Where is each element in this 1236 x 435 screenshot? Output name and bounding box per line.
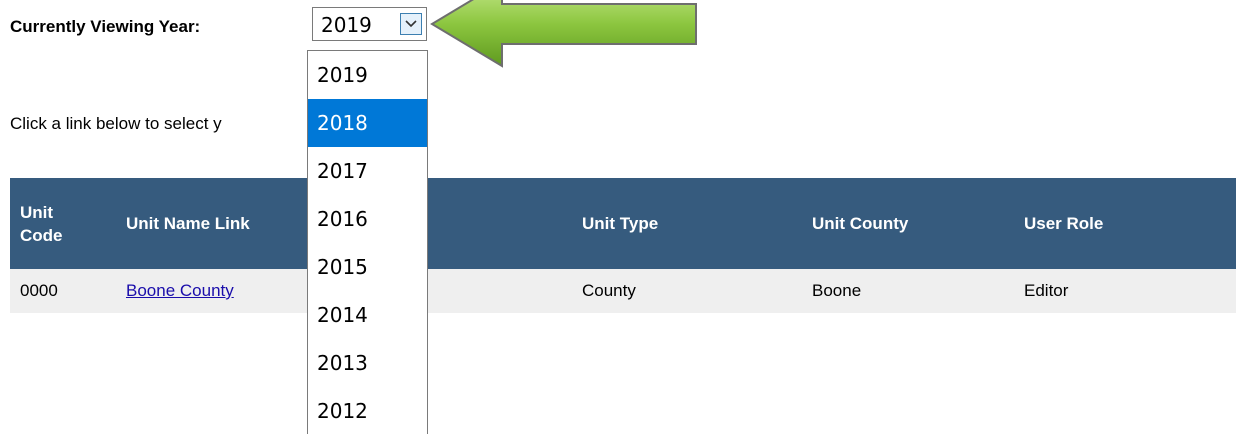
year-option[interactable]: 2013	[308, 339, 427, 387]
header-user-role-label: User Role	[1024, 214, 1104, 233]
year-select-value: 2019	[321, 13, 372, 37]
year-option[interactable]: 2016	[308, 195, 427, 243]
year-option[interactable]: 2014	[308, 291, 427, 339]
table-row: 0000 Boone County County Boone Editor	[10, 269, 1236, 313]
year-option[interactable]: 2015	[308, 243, 427, 291]
cell-unit-code: 0000	[10, 269, 116, 313]
year-option[interactable]: 2019	[308, 51, 427, 99]
table-header-row: Unit Code Unit Name Link Unit Type Unit …	[10, 178, 1236, 269]
header-unit-county-label: Unit County	[812, 214, 909, 233]
units-table: Unit Code Unit Name Link Unit Type Unit …	[10, 178, 1236, 313]
chevron-down-icon[interactable]	[400, 13, 422, 35]
year-select[interactable]: 2019	[312, 7, 427, 41]
cell-user-role: Editor	[1014, 269, 1236, 313]
header-unit-code[interactable]: Unit Code	[10, 178, 116, 269]
header-unit-type-label: Unit Type	[582, 214, 659, 233]
arrow-left-icon	[430, 0, 697, 68]
unit-name-link[interactable]: Boone County	[126, 281, 234, 300]
instruction-text: Click a link below to select y	[10, 114, 222, 133]
header-unit-name-label: Unit Name Link	[126, 214, 250, 233]
cell-unit-type: County	[572, 269, 802, 313]
header-unit-type[interactable]: Unit Type	[572, 178, 802, 269]
cell-unit-county: Boone	[802, 269, 1014, 313]
viewing-year-label: Currently Viewing Year:	[10, 17, 201, 36]
header-unit-code-label: Unit Code	[20, 202, 63, 245]
year-dropdown-list: 2019 2018 2017 2016 2015 2014 2013 2012	[307, 50, 428, 434]
header-user-role[interactable]: User Role	[1014, 178, 1236, 269]
year-option[interactable]: 2017	[308, 147, 427, 195]
header-unit-county[interactable]: Unit County	[802, 178, 1014, 269]
year-option-highlighted[interactable]: 2018	[308, 99, 427, 147]
year-option[interactable]: 2012	[308, 387, 427, 435]
